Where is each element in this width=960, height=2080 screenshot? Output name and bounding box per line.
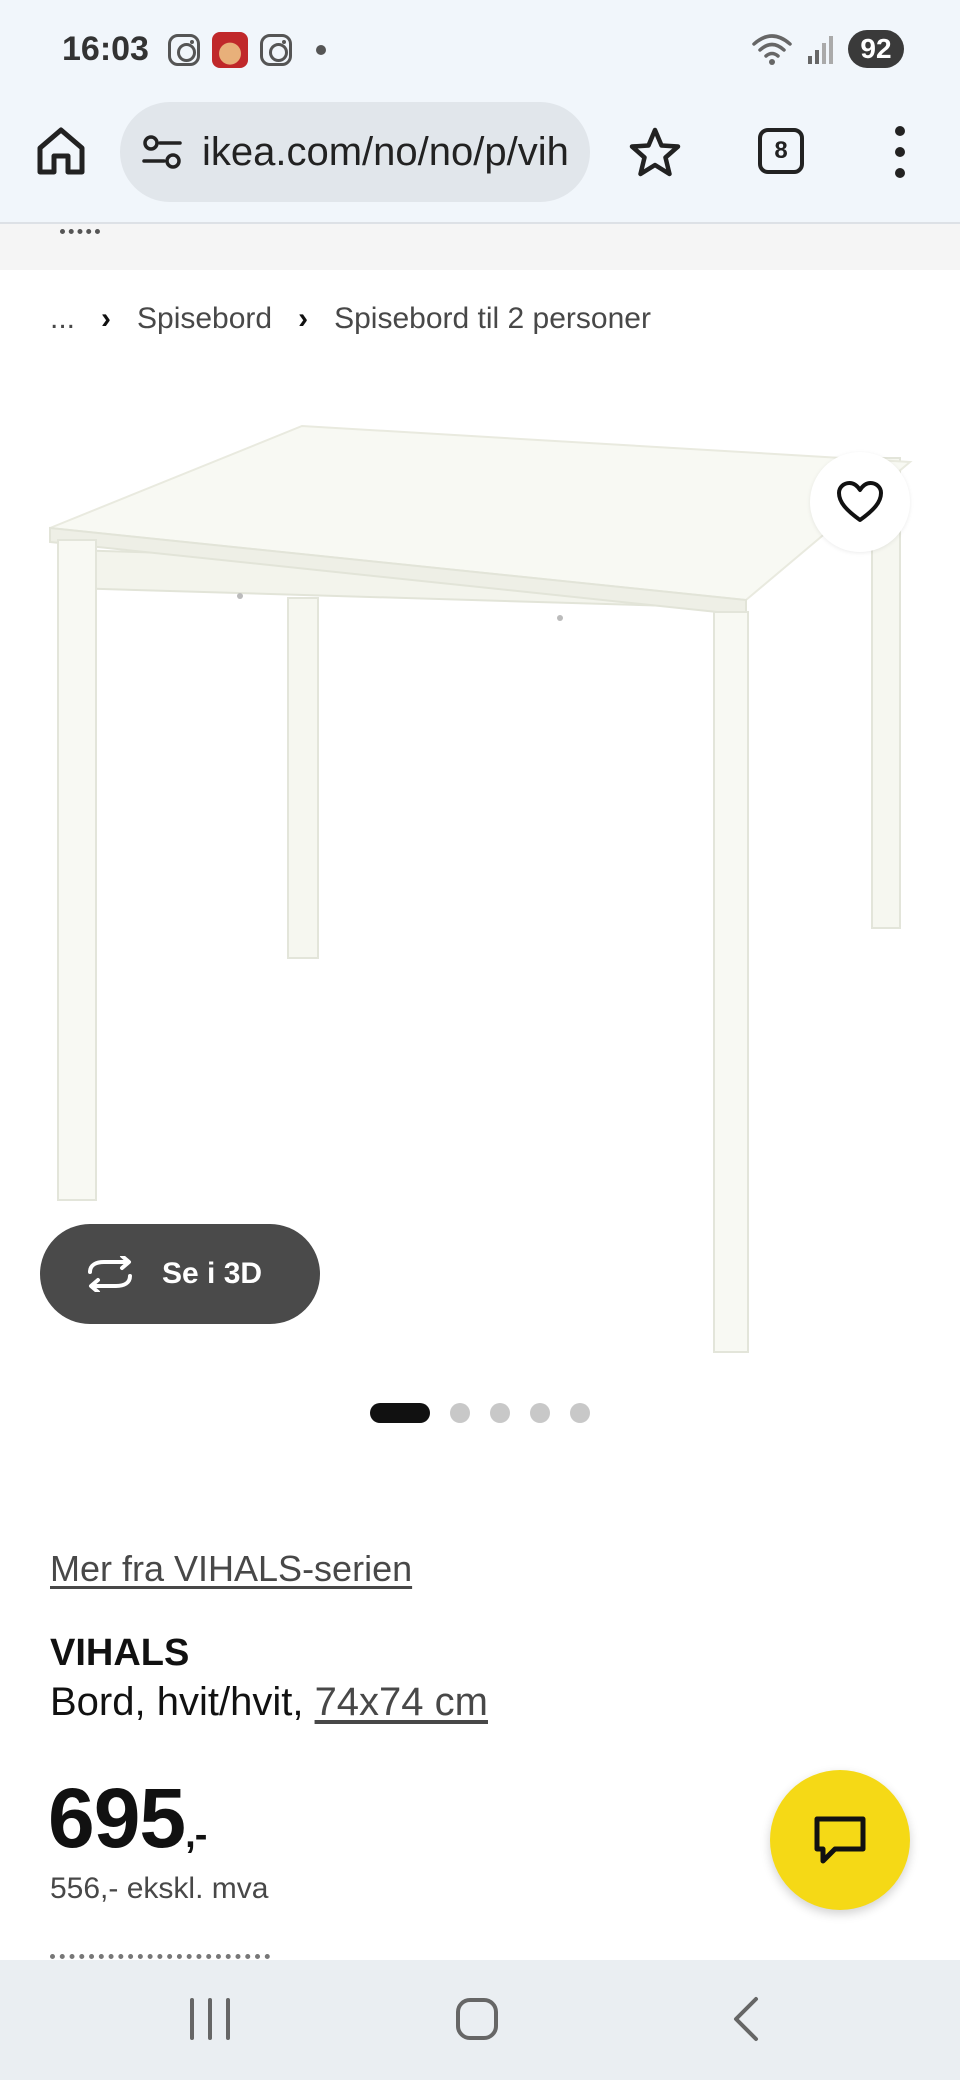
signal-icon: [808, 36, 833, 64]
back-icon[interactable]: [730, 1996, 760, 2042]
size-link[interactable]: 74x74 cm: [315, 1680, 488, 1724]
breadcrumb-item-spisebord[interactable]: Spisebord: [137, 302, 272, 336]
home-nav-icon[interactable]: [456, 1998, 498, 2040]
address-bar[interactable]: ikea.com/no/no/p/vih: [120, 102, 590, 202]
battery-icon: 92: [848, 30, 904, 68]
carousel-dot[interactable]: [530, 1403, 550, 1423]
system-navigation-bar: [0, 1960, 960, 2080]
carousel-dot[interactable]: [450, 1403, 470, 1423]
product-price: 695,-: [48, 1770, 207, 1867]
rotate-3d-icon: [88, 1256, 132, 1292]
notification-dot-icon: [316, 45, 326, 55]
chevron-right-icon: ›: [298, 302, 309, 335]
carousel-dot-active[interactable]: [370, 1403, 430, 1423]
bookmark-star-icon[interactable]: [628, 126, 682, 180]
tab-switcher-button[interactable]: 8: [758, 128, 804, 174]
carousel-dot[interactable]: [490, 1403, 510, 1423]
favorite-button[interactable]: [810, 452, 910, 552]
image-carousel-indicator: [370, 1403, 590, 1423]
chat-icon: [814, 1816, 866, 1864]
carousel-dot[interactable]: [570, 1403, 590, 1423]
status-bar: 16:03 92: [0, 0, 960, 100]
system-icons: 92: [752, 30, 904, 68]
browser-toolbar: ikea.com/no/no/p/vih 8: [0, 100, 960, 224]
view-3d-button[interactable]: Se i 3D: [40, 1224, 320, 1324]
notification-icons: [168, 32, 326, 68]
product-description: Bord, hvit/hvit, 74x74 cm: [50, 1680, 488, 1725]
header-fragment: [60, 224, 100, 234]
price-suffix: ,-: [185, 1814, 207, 1856]
recent-apps-icon[interactable]: [190, 1998, 230, 2040]
breadcrumb: ... › Spisebord › Spisebord til 2 person…: [50, 302, 651, 336]
scrolled-header-strip: [0, 224, 960, 270]
url-text[interactable]: ikea.com/no/no/p/vih: [202, 130, 569, 175]
chat-button[interactable]: [770, 1770, 910, 1910]
status-time: 16:03: [62, 30, 149, 68]
more-menu-icon[interactable]: [880, 126, 920, 178]
breadcrumb-item-current[interactable]: Spisebord til 2 personer: [334, 302, 651, 336]
wifi-icon: [752, 34, 792, 65]
product-type-text: Bord, hvit/hvit,: [50, 1680, 304, 1724]
instagram-icon: [168, 34, 200, 66]
site-settings-icon[interactable]: [142, 134, 182, 170]
heart-icon: [837, 481, 883, 522]
home-icon[interactable]: [34, 124, 88, 178]
chevron-right-icon: ›: [101, 302, 112, 335]
product-name: VIHALS: [50, 1632, 190, 1674]
price-value: 695: [48, 1771, 186, 1865]
series-link[interactable]: Mer fra VIHALS-serien: [50, 1548, 412, 1590]
price-ex-vat: 556,- ekskl. mva: [50, 1872, 269, 1905]
product-image[interactable]: [40, 400, 920, 1360]
instagram-icon: [260, 34, 292, 66]
game-app-icon: [212, 32, 248, 68]
breadcrumb-ellipsis[interactable]: ...: [50, 302, 75, 336]
view-3d-label: Se i 3D: [162, 1257, 263, 1290]
